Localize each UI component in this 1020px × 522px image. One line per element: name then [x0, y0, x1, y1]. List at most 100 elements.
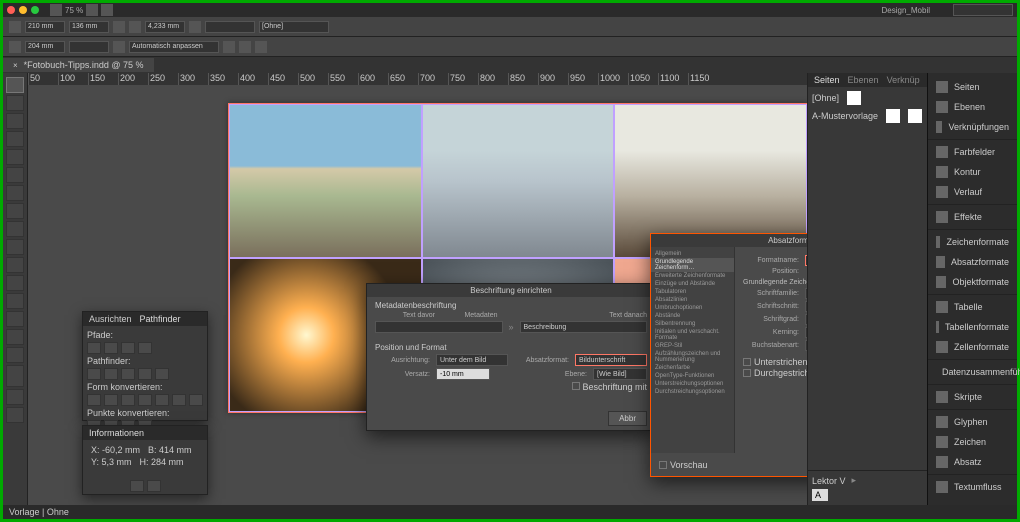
panel-zellenformate[interactable]: Zellenformate: [928, 337, 1017, 357]
metadata-dd[interactable]: Beschreibung: [520, 321, 648, 333]
canvas-area[interactable]: 5010015020025030035040045050055060065070…: [28, 73, 807, 505]
zoom-display[interactable]: 75 %: [65, 6, 83, 15]
pathfinder-tab[interactable]: Pathfinder: [140, 314, 181, 324]
tab-close-icon[interactable]: ×: [13, 61, 18, 70]
panel-farbfelder[interactable]: Farbfelder: [928, 142, 1017, 162]
d2-side-item[interactable]: Abstände: [651, 312, 734, 320]
shape-btn[interactable]: [155, 394, 169, 406]
photo-frame-2[interactable]: [422, 104, 615, 258]
d2-side-item[interactable]: Umbruchoptionen: [651, 304, 734, 312]
gradient-tool[interactable]: [6, 293, 24, 309]
close-icon[interactable]: [7, 6, 15, 14]
pf-btn[interactable]: [155, 368, 169, 380]
d2-side-item[interactable]: Einzüge und Abstände: [651, 280, 734, 288]
bridge-icon[interactable]: [86, 4, 98, 16]
master-swatch[interactable]: [908, 109, 922, 123]
fmtname-input[interactable]: Bildunterschrift: [805, 255, 807, 266]
d2-side-item[interactable]: Aufzählungszeichen und Nummerierung: [651, 350, 734, 364]
fontfam-dd[interactable]: Ubuntu: [805, 288, 807, 299]
panel-tabelle[interactable]: Tabelle: [928, 297, 1017, 317]
layers-tab[interactable]: Ebenen: [848, 75, 879, 85]
shape-btn[interactable]: [189, 394, 203, 406]
style-dd[interactable]: [Ohne]: [259, 21, 329, 33]
color-apply[interactable]: [6, 389, 24, 405]
case-dd[interactable]: Normal: [805, 340, 807, 351]
panel-zeichen[interactable]: Zeichen: [928, 432, 1017, 452]
d2-side-item[interactable]: Zeichenfarbe: [651, 364, 734, 372]
none-swatch[interactable]: [847, 91, 861, 105]
fit-icon-1[interactable]: [223, 41, 235, 53]
panel-seiten[interactable]: Seiten: [928, 77, 1017, 97]
misc-field-1[interactable]: [205, 21, 255, 33]
preview-checkbox[interactable]: Vorschau: [659, 460, 708, 470]
scale-icon[interactable]: [113, 41, 125, 53]
fit-icon-2[interactable]: [239, 41, 251, 53]
d2-side-item[interactable]: GREP-Stil: [651, 342, 734, 350]
path-btn[interactable]: [87, 342, 101, 354]
master-swatch[interactable]: [886, 109, 900, 123]
maximize-icon[interactable]: [31, 6, 39, 14]
fill-stroke-swap[interactable]: [6, 365, 24, 387]
hand-tool[interactable]: [6, 329, 24, 345]
x-field[interactable]: 204 mm: [25, 41, 65, 53]
pf-btn[interactable]: [87, 368, 101, 380]
panel-glyphen[interactable]: Glyphen: [928, 412, 1017, 432]
pf-btn[interactable]: [121, 368, 135, 380]
d2-side-item[interactable]: OpenType-Funktionen: [651, 372, 734, 380]
d2-side-item[interactable]: Allgemein: [651, 250, 734, 258]
panel-objektformate[interactable]: Objektformate: [928, 272, 1017, 292]
kerning-dd[interactable]: Metrisch: [805, 327, 807, 338]
view-mode[interactable]: [6, 407, 24, 423]
caption-checkbox[interactable]: Beschriftung mit: [572, 382, 647, 392]
flip-v-icon[interactable]: [129, 21, 141, 33]
layer-dd[interactable]: [Wie Bild]: [593, 368, 647, 380]
d1-cancel-button[interactable]: Abbr: [608, 411, 647, 426]
pformat-dd[interactable]: Bildunterschrift: [575, 354, 647, 366]
y-field[interactable]: [69, 41, 109, 53]
shape-btn[interactable]: [138, 394, 152, 406]
panel-kontur[interactable]: Kontur: [928, 162, 1017, 182]
rect-tool[interactable]: [6, 239, 24, 255]
scissors-tool[interactable]: [6, 257, 24, 273]
align-dd[interactable]: Unter dem Bild: [436, 354, 508, 366]
links-tab[interactable]: Verknüp: [887, 75, 920, 85]
pf-btn[interactable]: [104, 368, 118, 380]
panel-datenzusammenfhr[interactable]: Datenzusammenführ…: [928, 362, 1017, 382]
d2-side-item[interactable]: Erweiterte Zeichenformate: [651, 272, 734, 280]
lektor-input[interactable]: A: [812, 489, 828, 501]
panel-tabellenformate[interactable]: Tabellenformate: [928, 317, 1017, 337]
offset-input[interactable]: -10 mm: [436, 368, 490, 380]
autofit-field[interactable]: Automatisch anpassen: [129, 41, 219, 53]
transform-tool[interactable]: [6, 275, 24, 291]
path-btn[interactable]: [138, 342, 152, 354]
strike-checkbox[interactable]: Durchgestrichen: [743, 368, 807, 378]
type-tool[interactable]: [6, 149, 24, 165]
selection-tool[interactable]: [6, 77, 24, 93]
d2-side-item[interactable]: Grundlegende Zeichenform…: [651, 258, 734, 272]
fontstyle-dd[interactable]: Regular: [805, 301, 807, 312]
d2-side-item[interactable]: Silbentrennung: [651, 320, 734, 328]
panel-skripte[interactable]: Skripte: [928, 387, 1017, 407]
direct-select-tool[interactable]: [6, 95, 24, 111]
panel-ebenen[interactable]: Ebenen: [928, 97, 1017, 117]
panel-verknpfungen[interactable]: Verknüpfungen: [928, 117, 1017, 137]
panel-effekte[interactable]: Effekte: [928, 207, 1017, 227]
pf-btn[interactable]: [138, 368, 152, 380]
page-tool[interactable]: [6, 113, 24, 129]
text-before-input[interactable]: [375, 321, 503, 333]
flip-h-icon[interactable]: [113, 21, 125, 33]
fontsize-input[interactable]: 9 Pt: [805, 314, 807, 325]
d2-side-item[interactable]: Initialen und verschacht. Formate: [651, 328, 734, 342]
panel-absatzformate[interactable]: Absatzformate: [928, 252, 1017, 272]
zoom-tool[interactable]: [6, 347, 24, 363]
view-icon[interactable]: [101, 4, 113, 16]
fit-icon-3[interactable]: [255, 41, 267, 53]
eyedropper-tool[interactable]: [6, 311, 24, 327]
workspace-label[interactable]: Design_Mobil: [882, 6, 950, 15]
search-field[interactable]: [953, 4, 1013, 16]
align-tab[interactable]: Ausrichten: [89, 314, 132, 324]
shape-btn[interactable]: [87, 394, 101, 406]
document-tab[interactable]: × *Fotobuch-Tipps.indd @ 75 %: [3, 58, 154, 72]
shape-btn[interactable]: [104, 394, 118, 406]
gap-tool[interactable]: [6, 131, 24, 147]
